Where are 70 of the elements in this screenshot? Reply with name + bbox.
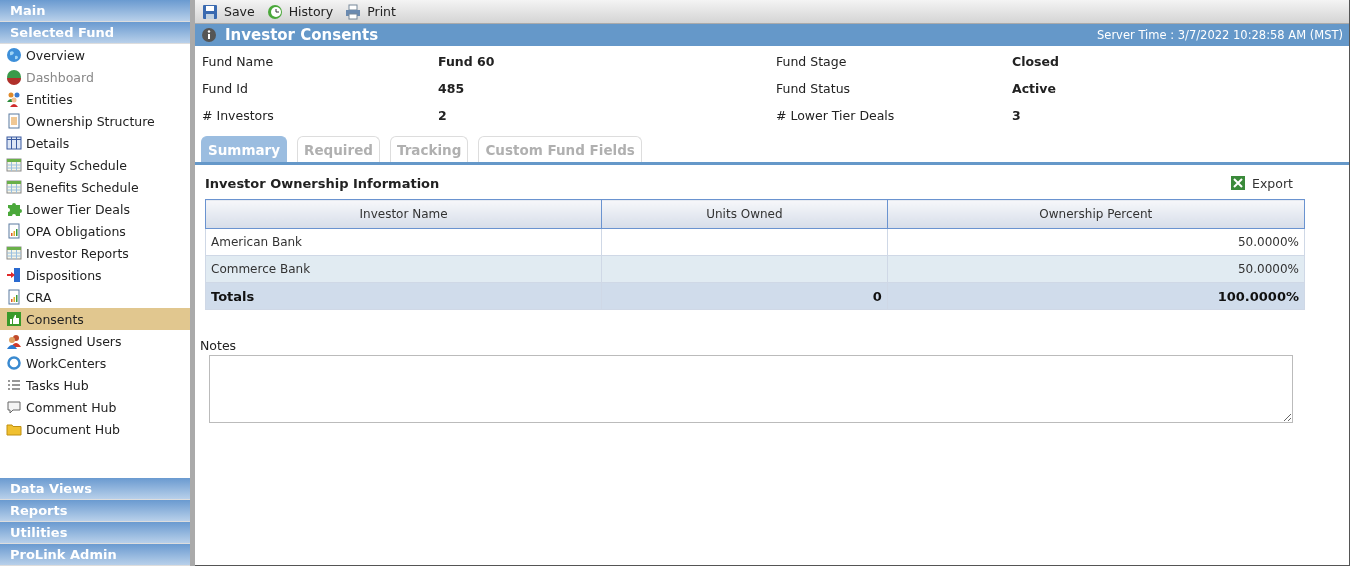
- door-arrow-icon: [6, 267, 22, 283]
- field-label: Fund Stage: [776, 53, 848, 71]
- export-button[interactable]: Export: [1230, 175, 1293, 191]
- sidebar-item[interactable]: CRA: [0, 286, 190, 308]
- sidebar-item[interactable]: OPA Obligations: [0, 220, 190, 242]
- column-header[interactable]: Units Owned: [601, 199, 888, 229]
- notes-label: Notes: [200, 338, 237, 353]
- table-icon: [6, 157, 22, 173]
- pie-chart-icon: [6, 69, 22, 85]
- field-value: 3: [1012, 107, 1022, 125]
- clock-icon: [266, 3, 283, 20]
- globe-icon: [6, 47, 22, 63]
- table-icon: [6, 179, 22, 195]
- sidebar-item[interactable]: Investor Reports: [0, 242, 190, 264]
- speech-bubble-icon: [6, 399, 22, 415]
- spreadsheet-icon: [1230, 175, 1247, 191]
- sidebar-item[interactable]: Comment Hub: [0, 396, 190, 418]
- server-time: Server Time : 3/7/2022 10:28:58 AM (MST): [1097, 28, 1343, 42]
- sidebar-item[interactable]: Document Hub: [0, 418, 190, 440]
- field-value: 485: [438, 80, 466, 98]
- sidebar-item[interactable]: Dispositions: [0, 264, 190, 286]
- column-header[interactable]: Investor Name: [205, 199, 602, 229]
- sidebar-item[interactable]: Consents: [0, 308, 190, 330]
- chart-document-icon: [6, 289, 22, 305]
- field-value: Fund 60: [438, 53, 496, 71]
- sidebar-item[interactable]: Tasks Hub: [0, 374, 190, 396]
- table-cell: American Bank: [205, 228, 602, 256]
- field-label: Fund Id: [202, 80, 249, 98]
- document-icon: [6, 113, 22, 129]
- sidebar-item[interactable]: Assigned Users: [0, 330, 190, 352]
- toolbar-button[interactable]: Print: [345, 3, 396, 20]
- sidebar-item[interactable]: Equity Schedule: [0, 154, 190, 176]
- sidebar-item[interactable]: Ownership Structure: [0, 110, 190, 132]
- columns-icon: [6, 135, 22, 151]
- printer-icon: [345, 3, 362, 20]
- section-title: Investor Ownership Information: [205, 175, 440, 191]
- field-value: 2: [438, 107, 448, 125]
- field-value: Closed: [1012, 53, 1060, 71]
- sidebar-item[interactable]: WorkCenters: [0, 352, 190, 374]
- table-cell: Commerce Bank: [205, 255, 602, 283]
- table-icon: [6, 245, 22, 261]
- page-title: Investor Consents: [225, 26, 380, 44]
- table-cell: 50.0000%: [887, 255, 1305, 283]
- totals-cell: 100.0000%: [887, 282, 1305, 310]
- field-value: Active: [1012, 80, 1057, 98]
- folder-icon: [6, 421, 22, 437]
- totals-cell: 0: [601, 282, 888, 310]
- puzzle-icon: [6, 201, 22, 217]
- field-label: # Investors: [202, 107, 275, 125]
- info-icon: [201, 27, 217, 43]
- sidebar-item[interactable]: Overview: [0, 44, 190, 66]
- list-icon: [6, 377, 22, 393]
- notes-field[interactable]: [209, 355, 1293, 423]
- table-cell: 50.0000%: [887, 228, 1305, 256]
- sidebar-item[interactable]: Entities: [0, 88, 190, 110]
- thumbs-up-icon: [6, 311, 22, 327]
- users-icon: [6, 333, 22, 349]
- sidebar-item[interactable]: Lower Tier Deals: [0, 198, 190, 220]
- column-header[interactable]: Ownership Percent: [887, 199, 1305, 229]
- field-label: # Lower Tier Deals: [776, 107, 896, 125]
- sidebar-item[interactable]: Benefits Schedule: [0, 176, 190, 198]
- toolbar-button[interactable]: History: [266, 3, 334, 20]
- totals-cell: Totals: [205, 282, 602, 310]
- sidebar-item[interactable]: Details: [0, 132, 190, 154]
- toolbar-button[interactable]: Save: [202, 3, 255, 20]
- field-label: Fund Status: [776, 80, 852, 98]
- chart-document-icon: [6, 223, 22, 239]
- field-label: Fund Name: [202, 53, 275, 71]
- ring-icon: [6, 355, 22, 371]
- people-icon: [6, 91, 22, 107]
